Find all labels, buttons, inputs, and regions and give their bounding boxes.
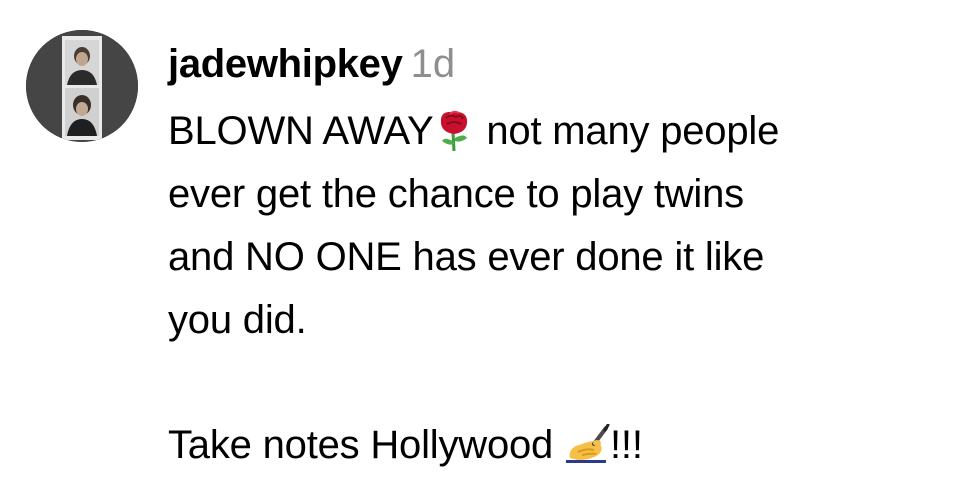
comment-line-2: ever get the chance to play twins xyxy=(168,172,744,216)
writing-hand-emoji-icon xyxy=(564,424,610,466)
username[interactable]: jadewhipkey xyxy=(168,42,403,86)
comment-text: Take notes Hollywood xyxy=(168,423,565,467)
comment-line-1: BLOWN AWAY not many people xyxy=(168,100,958,163)
rose-emoji-icon xyxy=(433,108,475,152)
comment-text: !!! xyxy=(610,423,643,467)
comment-header: jadewhipkey 1d xyxy=(168,40,958,88)
comment-line-4: you did. xyxy=(168,298,307,342)
comment-line-3: and NO ONE has ever done it like xyxy=(168,235,765,279)
timestamp[interactable]: 1d xyxy=(411,42,456,86)
comment-text: not many people xyxy=(475,109,780,153)
comment-text: BLOWN AWAY xyxy=(168,109,434,153)
comment: jadewhipkey 1d BLOWN AWAY not many people… xyxy=(0,0,980,487)
comment-body: jadewhipkey 1d BLOWN AWAY not many people… xyxy=(168,40,958,477)
photo-booth-avatar-icon xyxy=(26,30,138,142)
comment-line-5: Take notes Hollywood !!! xyxy=(168,414,958,477)
avatar[interactable] xyxy=(26,30,138,142)
